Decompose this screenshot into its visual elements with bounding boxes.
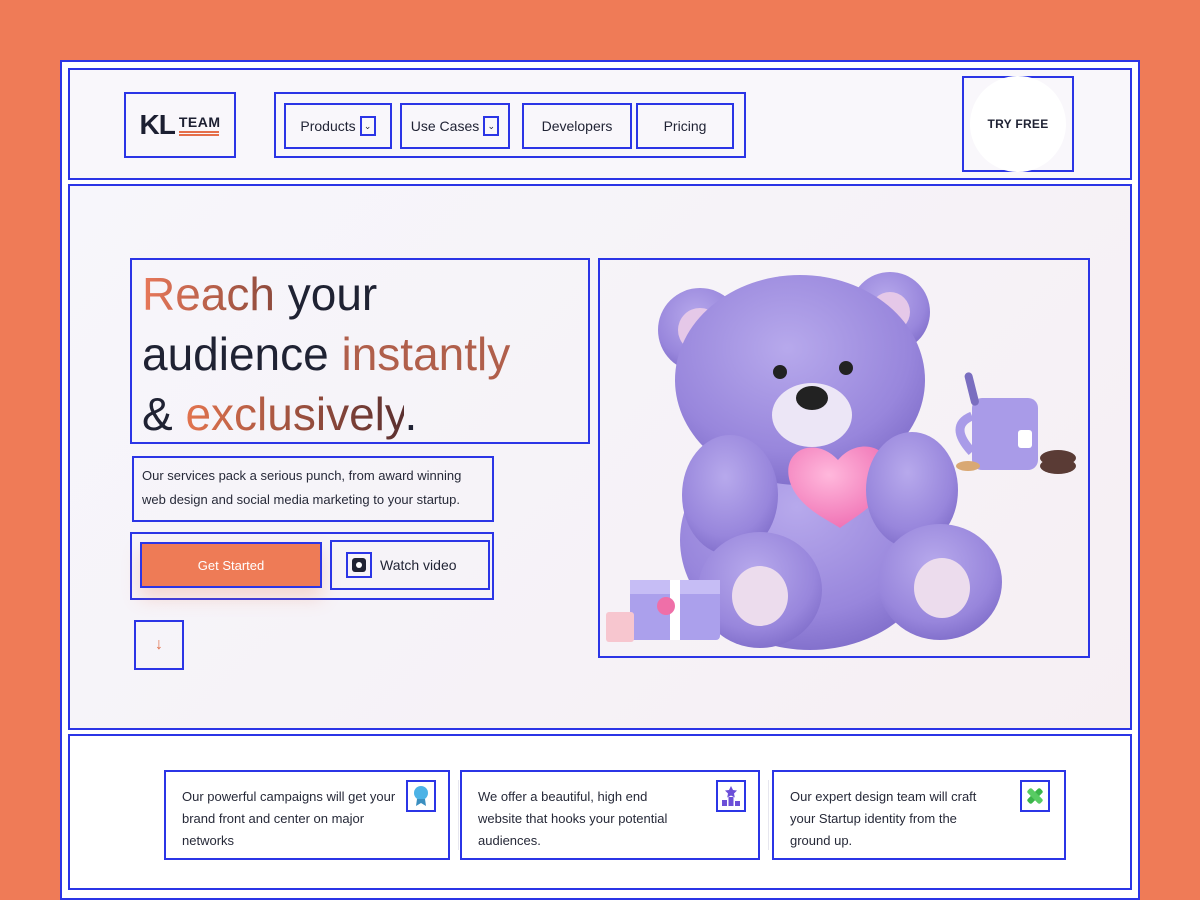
watch-video-button[interactable]: Watch video — [330, 540, 490, 590]
nav-developers[interactable]: Developers — [522, 103, 632, 149]
try-free-label: TRY FREE — [970, 76, 1066, 172]
headline-word-exclusively: exclusively — [185, 388, 405, 440]
podium-star-icon — [716, 780, 746, 812]
feature-card-website: We offer a beautiful, high end website t… — [460, 770, 760, 860]
feature-divider — [768, 780, 769, 850]
nav-use-cases[interactable]: Use Cases ⌄ — [400, 103, 510, 149]
award-ribbon-icon — [406, 780, 436, 812]
headline-word-audience: audience — [142, 328, 342, 380]
features-section: Our powerful campaigns will get your bra… — [68, 734, 1132, 890]
try-free-button[interactable]: TRY FREE — [962, 76, 1074, 172]
logo[interactable]: KL TEAM — [124, 92, 236, 158]
scroll-down-button[interactable]: ↓ — [134, 620, 184, 670]
hero-cta-group: Get Started Watch video — [130, 532, 494, 600]
nav-pricing-label: Pricing — [663, 118, 707, 134]
feature-text: Our expert design team will craft your S… — [790, 789, 977, 848]
video-icon — [346, 552, 372, 578]
main-nav: Products ⌄ Use Cases ⌄ Developers Pricin… — [274, 92, 746, 158]
nav-pricing[interactable]: Pricing — [636, 103, 734, 149]
chevron-down-icon[interactable]: ⌄ — [359, 116, 376, 136]
feature-text: We offer a beautiful, high end website t… — [478, 789, 668, 848]
watch-video-label: Watch video — [380, 557, 457, 573]
chevron-down-icon[interactable]: ⌄ — [483, 116, 500, 136]
arrow-down-icon: ↓ — [155, 636, 163, 653]
site-header: KL TEAM Products ⌄ Use Cases ⌄ Developer… — [68, 68, 1132, 180]
nav-developers-label: Developers — [541, 118, 613, 134]
nav-products[interactable]: Products ⌄ — [284, 103, 392, 149]
hero-description: Our services pack a serious punch, from … — [132, 456, 494, 522]
logo-mark: KL — [139, 109, 176, 140]
nav-use-cases-label: Use Cases — [410, 118, 480, 134]
headline-word-reach: Reach — [142, 268, 275, 320]
hero-illustration — [598, 258, 1090, 658]
hero-section: Reach your audience instantly & exclusiv… — [68, 184, 1132, 730]
get-started-button[interactable]: Get Started — [140, 542, 322, 588]
headline-word-instantly: instantly — [341, 328, 511, 380]
feature-divider — [458, 780, 459, 850]
feature-card-campaigns: Our powerful campaigns will get your bra… — [164, 770, 450, 860]
teddy-bear-illustration — [606, 272, 1076, 650]
logo-underline — [178, 130, 219, 136]
page-frame: KL TEAM Products ⌄ Use Cases ⌄ Developer… — [60, 60, 1140, 900]
logo-wordmark: TEAM — [178, 113, 221, 136]
hero-headline: Reach your audience instantly & exclusiv… — [130, 258, 590, 444]
feature-card-design: Our expert design team will craft your S… — [772, 770, 1066, 860]
headline-ampersand: & — [142, 388, 186, 440]
design-tools-icon — [1020, 780, 1050, 812]
headline-word-your: your — [274, 268, 378, 320]
feature-text: Our powerful campaigns will get your bra… — [182, 789, 396, 848]
nav-products-label: Products — [300, 118, 356, 134]
headline-period: . — [404, 388, 418, 440]
logo-team-text: TEAM — [178, 113, 221, 130]
